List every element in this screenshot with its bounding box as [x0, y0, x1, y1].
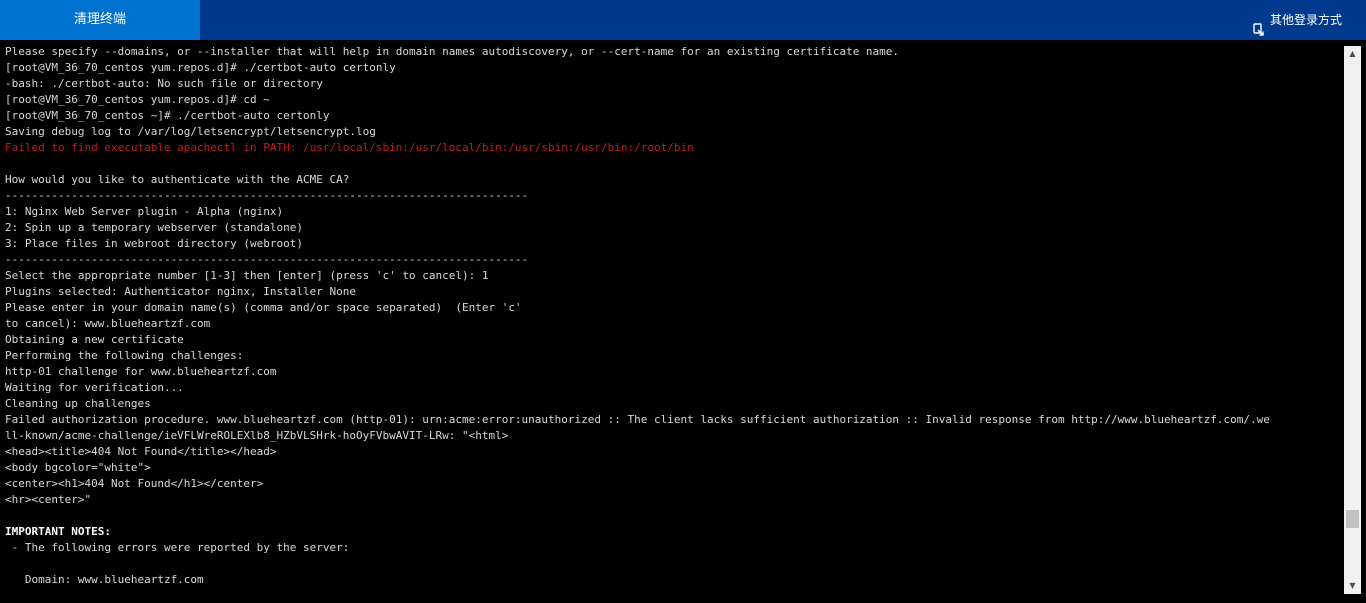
terminal-lines: Please specify --domains, or --installer…	[5, 44, 1342, 588]
terminal-line: - The following errors were reported by …	[5, 541, 350, 554]
terminal-line: [root@VM_36_70_centos yum.repos.d]# cd ~	[5, 93, 270, 106]
terminal-line: Select the appropriate number [1-3] then…	[5, 269, 489, 282]
terminal-line: IMPORTANT NOTES:	[5, 525, 111, 538]
terminal-output[interactable]: Please specify --domains, or --installer…	[0, 40, 1342, 603]
terminal-line: to cancel): www.blueheartzf.com	[5, 317, 211, 330]
other-login-methods-button[interactable]: 其他登录方式	[1252, 0, 1342, 40]
terminal-line: Cleaning up challenges	[5, 397, 151, 410]
terminal-line: 3: Place files in webroot directory (web…	[5, 237, 304, 250]
top-toolbar: 清理终端 其他登录方式	[0, 0, 1366, 40]
terminal-line: Failed authorization procedure. www.blue…	[5, 413, 1270, 426]
terminal-line: Please specify --domains, or --installer…	[5, 45, 900, 58]
scrollbar-thumb[interactable]	[1346, 510, 1359, 528]
terminal-line: [root@VM_36_70_centos ~]# ./certbot-auto…	[5, 109, 330, 122]
scroll-down-button[interactable]: ▼	[1344, 578, 1361, 594]
scroll-up-button[interactable]: ▲	[1344, 46, 1361, 62]
other-login-label: 其他登录方式	[1269, 13, 1342, 27]
terminal-line: 1: Nginx Web Server plugin - Alpha (ngin…	[5, 205, 284, 218]
terminal-line: <body bgcolor="white">	[5, 461, 151, 474]
scrollbar-track[interactable]: ▲ ▼	[1344, 46, 1361, 594]
terminal-line: <hr><center>"	[5, 493, 92, 506]
terminal-line: Please enter in your domain name(s) (com…	[5, 301, 522, 314]
clear-terminal-button[interactable]: 清理终端	[0, 0, 200, 40]
terminal-line: http-01 challenge for www.blueheartzf.co…	[5, 365, 277, 378]
terminal-line: Domain: www.blueheartzf.com	[5, 573, 204, 586]
terminal-line: Obtaining a new certificate	[5, 333, 184, 346]
terminal-line: ----------------------------------------…	[5, 189, 529, 202]
terminal-line: Saving debug log to /var/log/letsencrypt…	[5, 125, 376, 138]
switch-login-icon	[1252, 13, 1266, 36]
terminal-line: -bash: ./certbot-auto: No such file or d…	[5, 77, 323, 90]
terminal-line: Plugins selected: Authenticator nginx, I…	[5, 285, 356, 298]
terminal-line: Performing the following challenges:	[5, 349, 244, 362]
terminal-line: <head><title>404 Not Found</title></head…	[5, 445, 277, 458]
terminal-line: Waiting for verification...	[5, 381, 184, 394]
terminal-scrollbar[interactable]: ▲ ▼	[1342, 40, 1366, 603]
terminal-line: Failed to find executable apachectl in P…	[5, 141, 694, 154]
terminal-line: 2: Spin up a temporary webserver (standa…	[5, 221, 304, 234]
terminal-line: <center><h1>404 Not Found</h1></center>	[5, 477, 264, 490]
terminal-line: ll-known/acme-challenge/ieVFLWreROLEXlb8…	[5, 429, 509, 442]
terminal-line: ----------------------------------------…	[5, 253, 529, 266]
terminal-line: [root@VM_36_70_centos yum.repos.d]# ./ce…	[5, 61, 396, 74]
terminal-line: How would you like to authenticate with …	[5, 173, 350, 186]
